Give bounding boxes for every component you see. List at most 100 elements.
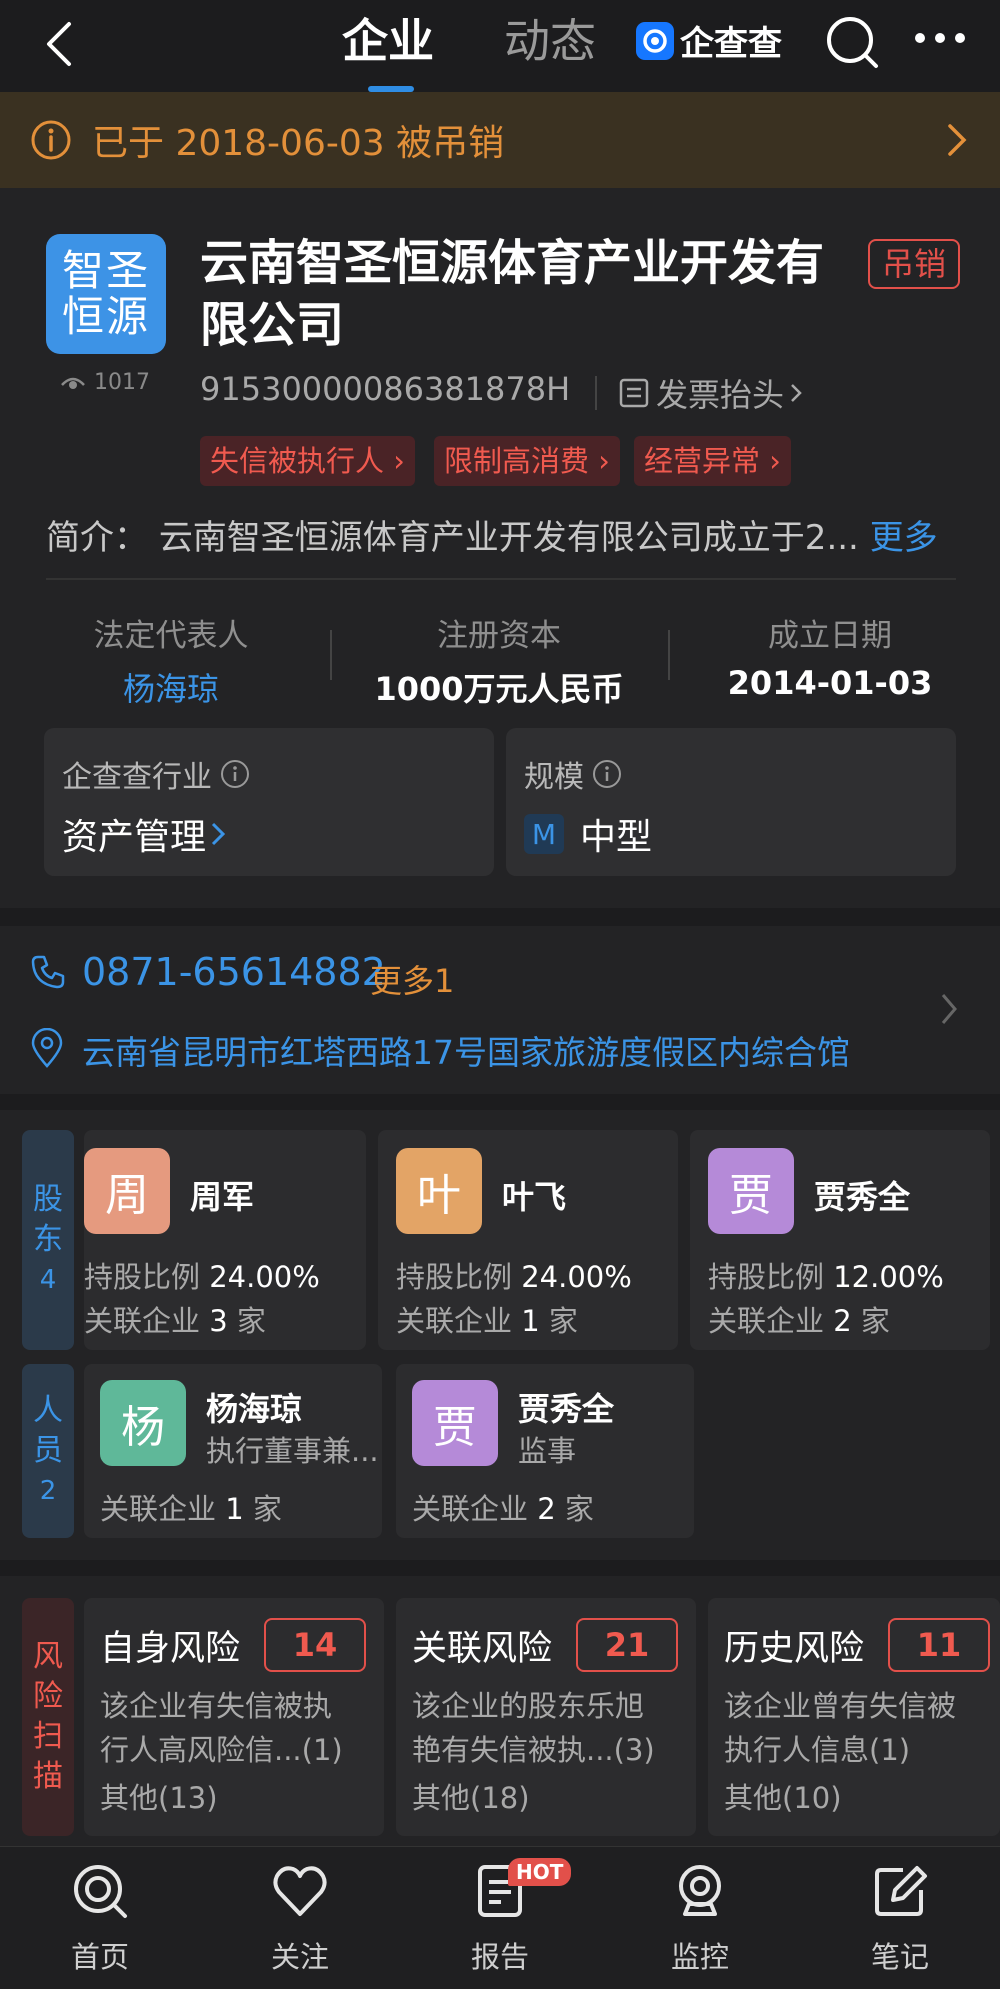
scale-label: 规模 — [524, 760, 584, 795]
staff-name: 贾秀全 — [518, 1390, 615, 1428]
invoice-label: 发票抬头 — [656, 376, 785, 414]
shareholder-card[interactable]: 叶 叶飞 持股比例 24.00% 关联企业 1 家 — [378, 1130, 678, 1350]
location-pin-icon — [30, 1027, 64, 1072]
chevron-right-icon — [940, 992, 958, 1030]
chevron-right-icon — [210, 820, 226, 848]
chevron-right-icon — [790, 383, 802, 403]
tag-abnormal-operation[interactable]: 经营异常 › — [634, 436, 791, 486]
risk-desc-line1: 该企业有失信被执 — [100, 1689, 333, 1723]
related-count: 1 — [225, 1492, 244, 1526]
tab-dynamic[interactable]: 动态 — [504, 14, 596, 68]
tab-home-label: 首页 — [70, 1940, 129, 1974]
intro-prefix: 简介： — [46, 518, 148, 558]
phone-icon — [30, 954, 66, 994]
tab-monitor-label: 监控 — [670, 1940, 729, 1974]
phone-more-link[interactable]: 更多1 — [370, 956, 454, 1002]
risk-other: 其他(18) — [412, 1781, 530, 1815]
risk-desc-line2: 艳有失信被执...(3) — [412, 1733, 655, 1767]
related-count: 2 — [537, 1492, 556, 1526]
risk-card-self[interactable]: 自身风险 14 该企业有失信被执 行人高风险信...(1) 其他(13) — [84, 1598, 384, 1836]
risk-title: 历史风险 — [724, 1629, 865, 1669]
avatar: 贾 — [708, 1148, 794, 1234]
eye-icon — [60, 373, 86, 393]
shareholding-ratio: 24.00% — [521, 1260, 632, 1294]
risk-count-badge: 21 — [576, 1618, 678, 1672]
staff-role: 执行董事兼... — [206, 1434, 379, 1468]
monitor-camera-icon — [671, 1862, 729, 1920]
hot-badge: HOT — [508, 1858, 572, 1886]
risk-other: 其他(10) — [724, 1781, 842, 1815]
company-intro[interactable]: 简介： 云南智圣恒源体育产业开发有限公司成立于2... 更多 — [46, 510, 956, 559]
divider — [668, 630, 670, 680]
invoice-icon — [618, 377, 650, 409]
tab-home[interactable]: 首页 — [30, 1862, 170, 1976]
tab-report-label: 报告 — [470, 1940, 529, 1974]
shareholder-card[interactable]: 贾 贾秀全 持股比例 12.00% 关联企业 2 家 — [690, 1130, 990, 1350]
back-arrow-icon[interactable] — [38, 14, 78, 74]
shareholding-ratio: 12.00% — [833, 1260, 944, 1294]
avatar: 杨 — [100, 1380, 186, 1466]
tab-follow-label: 关注 — [270, 1940, 329, 1974]
brand-logo[interactable]: 企查查 — [636, 16, 782, 65]
tag-consumption-restriction[interactable]: 限制高消费 › — [434, 436, 620, 486]
info-circle-icon — [30, 119, 72, 161]
chevron-right-icon — [946, 122, 968, 162]
tab-follow[interactable]: 关注 — [230, 1862, 370, 1976]
staff-name: 杨海琼 — [206, 1390, 303, 1428]
qichacha-logo-icon — [636, 21, 674, 60]
shareholders-label[interactable]: 股东4 — [22, 1130, 74, 1350]
more-options-icon[interactable] — [912, 26, 968, 54]
legal-rep-label: 法定代表人 — [93, 618, 249, 654]
tab-monitor[interactable]: 监控 — [630, 1862, 770, 1976]
company-name: 云南智圣恒源体育产业开发有限公司 — [200, 235, 825, 353]
risk-desc-line2: 行人高风险信...(1) — [100, 1733, 343, 1767]
staff-role: 监事 — [518, 1434, 577, 1468]
revoked-notice-text: 已于 2018-06-03 被吊销 — [92, 123, 505, 164]
risk-scan-label[interactable]: 风险扫描 — [22, 1598, 74, 1836]
founded-value: 2014-01-03 — [727, 664, 933, 702]
risk-card-related[interactable]: 关联风险 21 该企业的股东乐旭 艳有失信被执...(3) 其他(18) — [396, 1598, 696, 1836]
info-circle-icon — [592, 759, 622, 789]
shareholder-card[interactable]: 周 周军 持股比例 24.00% 关联企业 3 家 — [84, 1130, 366, 1350]
industry-value: 资产管理 — [62, 817, 207, 858]
intro-more-link[interactable]: 更多 — [870, 518, 938, 558]
view-count-value: 1017 — [94, 370, 150, 395]
shareholder-name: 周军 — [190, 1178, 255, 1216]
tab-notes-label: 笔记 — [870, 1940, 929, 1974]
phone-number[interactable]: 0871-65614882 — [82, 950, 386, 994]
credit-code[interactable]: 91530000086381878H — [200, 370, 570, 408]
invoice-title-link[interactable]: 发票抬头 — [618, 370, 802, 416]
home-logo-icon — [71, 1862, 129, 1920]
related-count: 2 — [833, 1304, 852, 1338]
tab-company[interactable]: 企业 — [342, 14, 434, 68]
search-icon[interactable] — [824, 14, 880, 74]
capital-label: 注册资本 — [437, 618, 561, 654]
staff-card[interactable]: 贾 贾秀全 监事 关联企业 2 家 — [396, 1364, 694, 1538]
risk-title: 关联风险 — [412, 1629, 553, 1669]
risk-desc-line2: 执行人信息(1) — [724, 1733, 911, 1767]
risk-card-history[interactable]: 历史风险 11 该企业曾有失信被 执行人信息(1) 其他(10) — [708, 1598, 1000, 1836]
legal-rep-value[interactable]: 杨海琼 — [46, 664, 296, 710]
scale-card[interactable]: 规模 M 中型 — [506, 728, 956, 876]
tab-notes[interactable]: 笔记 — [830, 1862, 970, 1976]
staff-card[interactable]: 杨 杨海琼 执行董事兼... 关联企业 1 家 — [84, 1364, 382, 1538]
tag-dishonest-debtor[interactable]: 失信被执行人 › — [200, 436, 415, 486]
risk-other: 其他(13) — [100, 1781, 218, 1815]
company-logo: 智圣恒源 — [46, 234, 166, 354]
shareholder-name: 贾秀全 — [814, 1178, 911, 1216]
scale-badge: M — [524, 814, 564, 854]
brand-name: 企查查 — [680, 24, 782, 64]
risk-count-badge: 11 — [888, 1618, 990, 1672]
info-circle-icon — [220, 759, 250, 789]
capital-value: 1000万元人民币 — [374, 670, 624, 708]
avatar: 贾 — [412, 1380, 498, 1466]
revoked-notice-banner[interactable]: 已于 2018-06-03 被吊销 — [0, 92, 1000, 188]
risk-title: 自身风险 — [100, 1629, 241, 1669]
company-address[interactable]: 云南省昆明市红塔西路17号国家旅游度假区内综合馆 — [82, 1026, 850, 1074]
heart-icon — [271, 1862, 329, 1920]
avatar: 叶 — [396, 1148, 482, 1234]
shareholding-ratio: 24.00% — [209, 1260, 320, 1294]
view-count: 1017 — [60, 370, 150, 395]
staff-label[interactable]: 人员2 — [22, 1364, 74, 1538]
industry-card[interactable]: 企查查行业 资产管理 — [44, 728, 494, 876]
